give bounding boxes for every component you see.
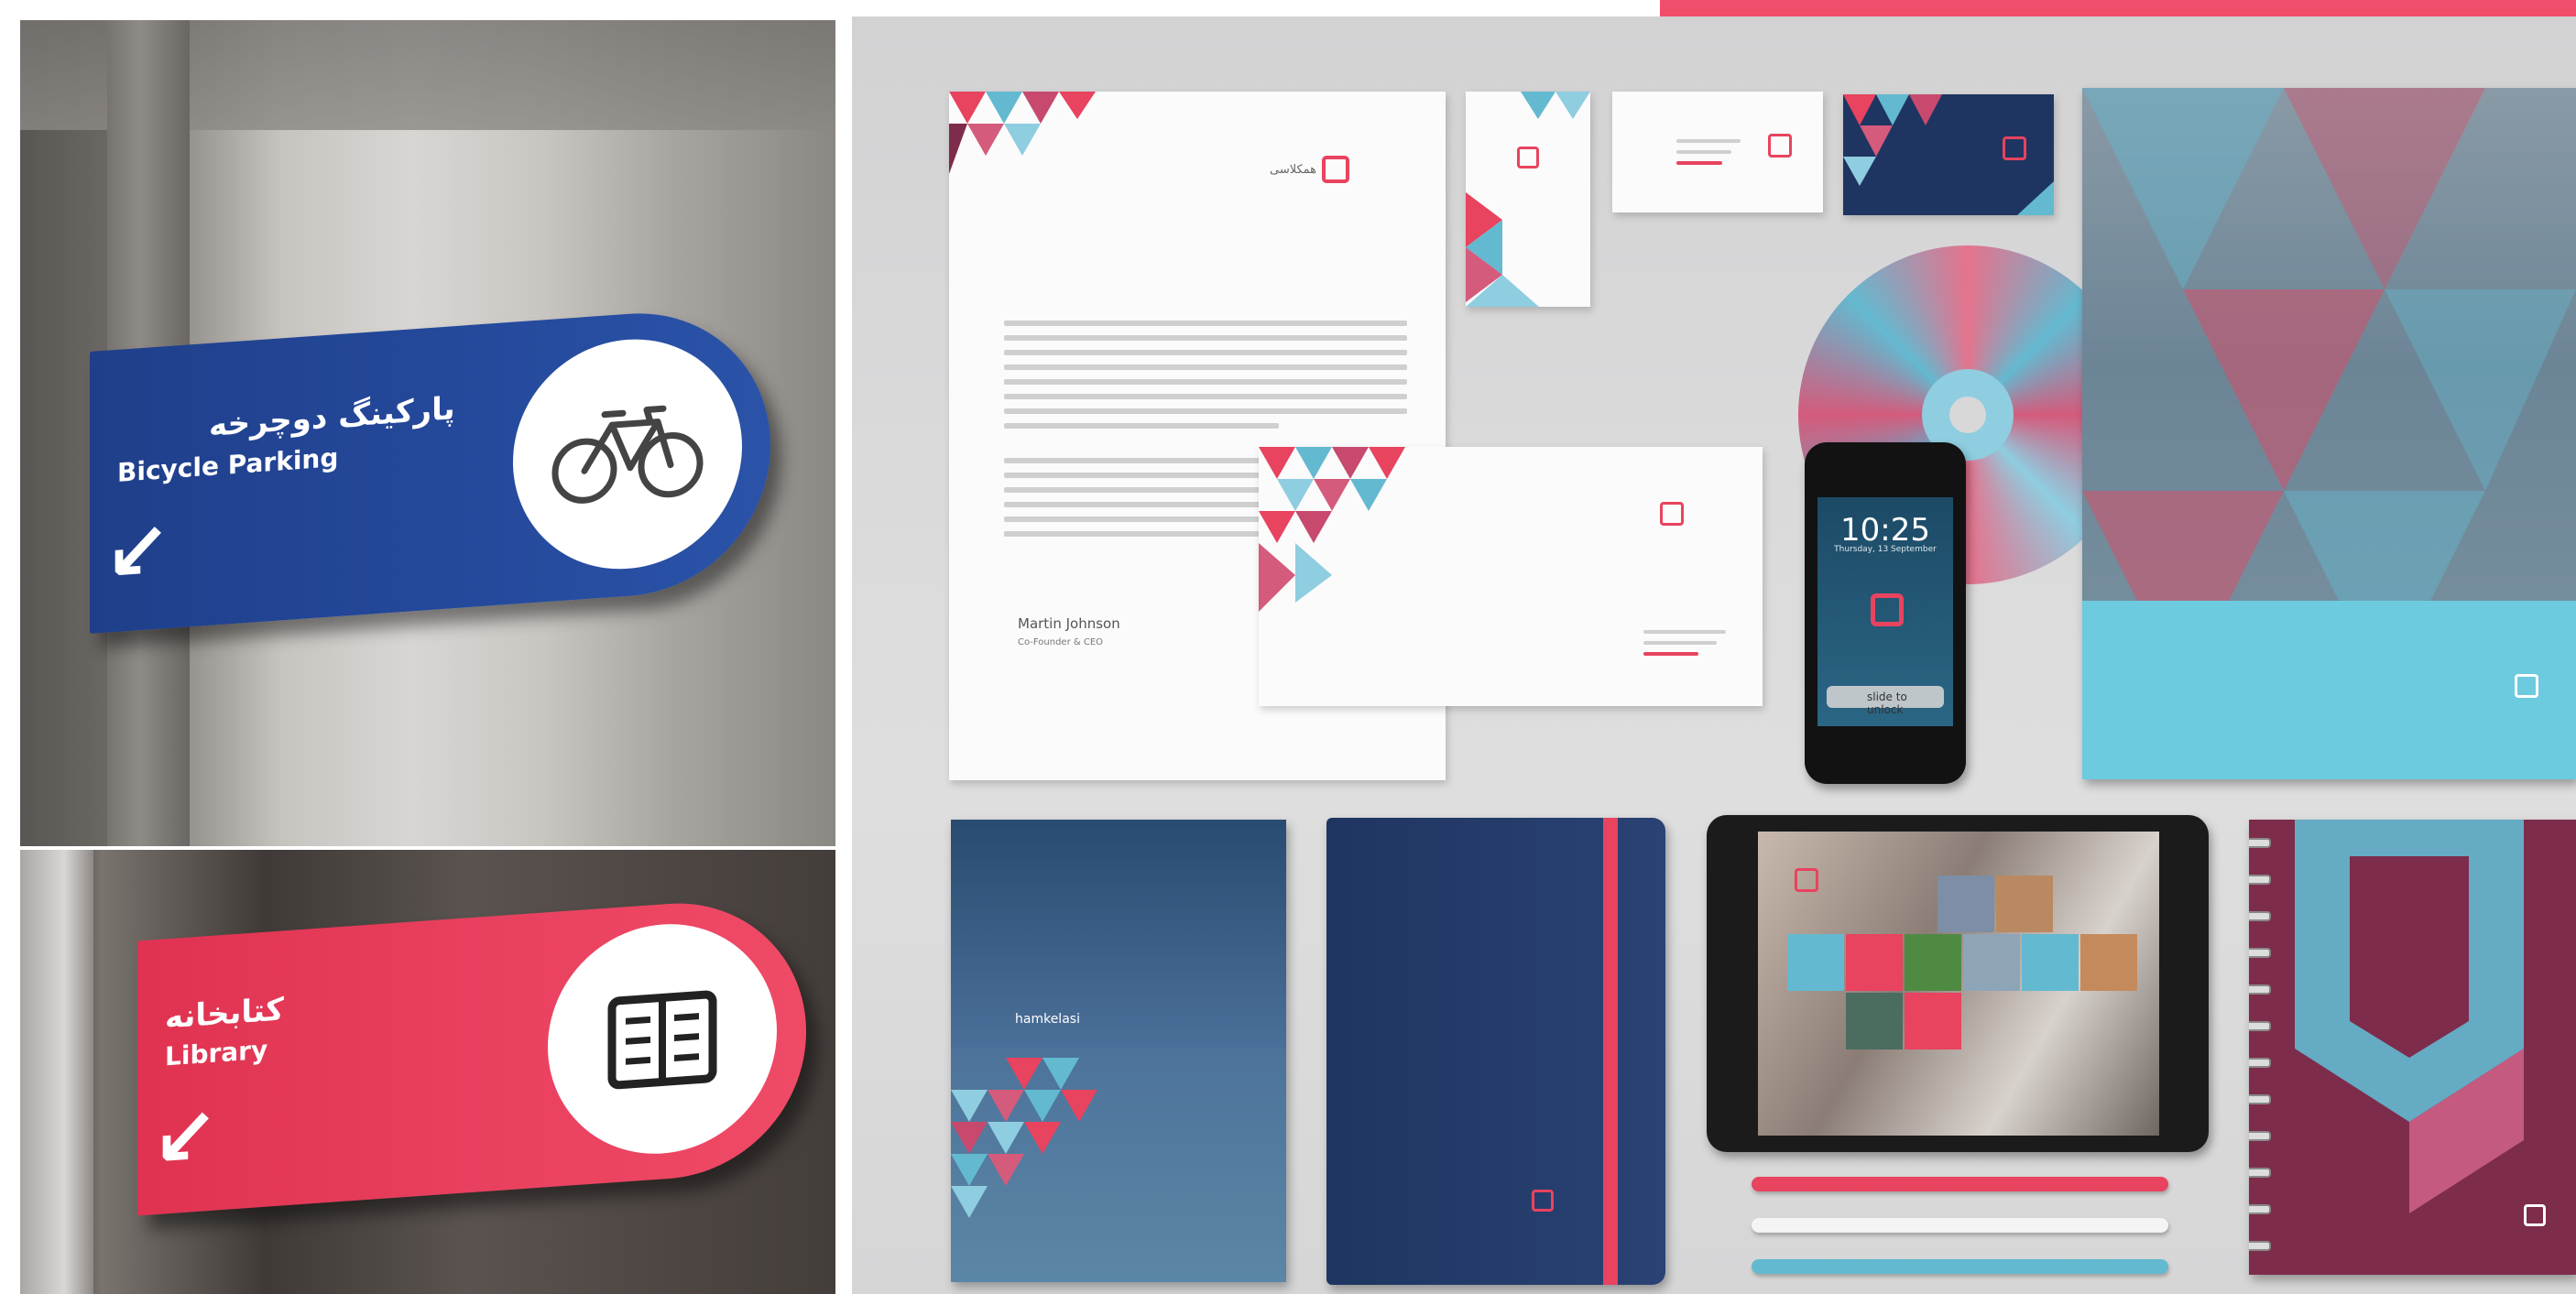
bicycle-icon	[513, 332, 742, 577]
hexagon-logo-icon	[1768, 134, 1792, 158]
brand-name-fa: همکلاسی	[1270, 162, 1317, 177]
hexagon-logo-icon	[1532, 1190, 1554, 1212]
notebook-elastic-band	[1603, 818, 1618, 1285]
tablet-tile[interactable]	[1963, 934, 2020, 991]
hexagon-logo-icon	[2524, 1204, 2546, 1226]
notebook	[1326, 818, 1665, 1285]
pencil-pink	[1752, 1177, 2168, 1191]
cd-hole	[1949, 397, 1986, 433]
signature-name: Martin Johnson	[1018, 615, 1120, 632]
spiral-notebook	[2249, 820, 2576, 1275]
tablet-tile[interactable]	[1996, 875, 2053, 932]
tablet-tile[interactable]	[1937, 875, 1994, 932]
photo-book-cover	[2082, 88, 2576, 779]
tablet-tile[interactable]	[1846, 993, 1903, 1049]
tablet-screen	[1758, 832, 2159, 1136]
tablet-tile[interactable]	[1846, 934, 1903, 991]
pencil-white	[1752, 1218, 2168, 1233]
hexagon-logo-icon	[1322, 156, 1350, 183]
pink-accent-bar	[1660, 0, 2576, 16]
envelope	[1259, 447, 1763, 706]
smartphone: 10:25 Thursday, 13 September slide to un…	[1805, 442, 1966, 784]
open-book-icon	[548, 916, 777, 1162]
hexagon-logo-icon	[1660, 502, 1684, 526]
business-card-navy	[1843, 94, 2054, 215]
presentation-folder: hamkelasi	[951, 820, 1286, 1282]
pattern-triangles-icon	[949, 92, 1096, 174]
phone-time: 10:25	[1840, 512, 1930, 549]
tablet	[1707, 815, 2209, 1152]
business-card-white	[1612, 92, 1823, 212]
phone-screen: 10:25 Thursday, 13 September slide to un…	[1817, 497, 1953, 726]
wall-post	[20, 850, 93, 1294]
slide-to-unlock-label: slide to unlock	[1867, 690, 1907, 716]
arrow-down-left-icon: ↙	[104, 504, 171, 601]
tablet-tile[interactable]	[2022, 934, 2079, 991]
tablet-tile[interactable]	[1905, 993, 1961, 1049]
arrow-down-left-icon: ↙	[152, 1090, 219, 1187]
library-sign: کتابخانه Library ↙	[137, 894, 806, 1216]
hexagon-logo-icon	[1871, 593, 1904, 626]
hexagon-logo-icon	[1517, 147, 1539, 169]
phone-date: Thursday, 13 September	[1834, 545, 1937, 554]
bicycle-sign-label-fa: پارکینگ دوچرخه	[209, 390, 455, 444]
brand-logo: همکلاسی	[1270, 156, 1350, 183]
bicycle-sign-label-en: Bicycle Parking	[117, 442, 339, 488]
library-sign-label-en: Library	[165, 1034, 268, 1072]
folder-brand-name: hamkelasi	[1015, 1012, 1080, 1027]
business-card-vertical	[1466, 92, 1590, 307]
hexagon-logo-icon	[1795, 868, 1818, 892]
slide-to-unlock[interactable]: slide to unlock	[1827, 686, 1944, 716]
bicycle-parking-sign: پارکینگ دوچرخه Bicycle Parking ↙	[90, 304, 770, 634]
pencil-blue	[1752, 1259, 2168, 1274]
signature-title: Co-Founder & CEO	[1018, 637, 1104, 647]
tablet-tile[interactable]	[2080, 934, 2137, 991]
tablet-tile[interactable]	[1787, 934, 1844, 991]
tablet-tile[interactable]	[1905, 934, 1961, 991]
library-sign-label-fa: کتابخانه	[165, 991, 284, 1037]
hexagon-logo-icon	[2003, 136, 2026, 160]
hexagon-logo-icon	[2515, 674, 2538, 698]
